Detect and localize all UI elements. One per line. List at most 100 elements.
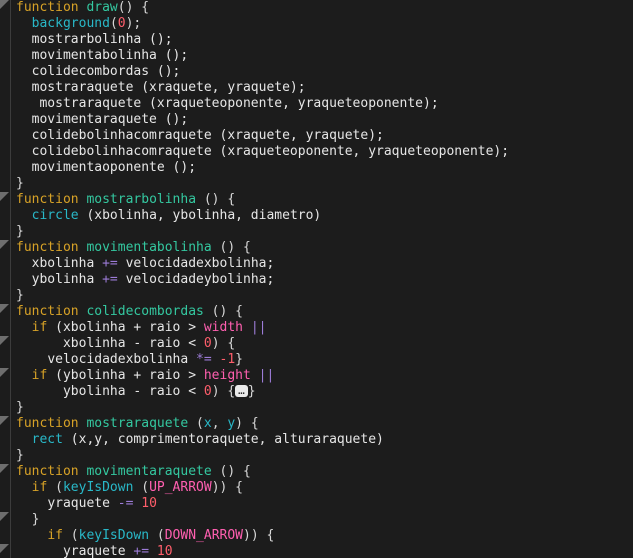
code-line[interactable]: ybolinha += velocidadeybolinha; [16, 272, 633, 288]
triangle-fold-icon[interactable] [0, 336, 9, 345]
code-line[interactable]: mostrarbolinha (); [16, 32, 633, 48]
code-line[interactable]: ybolinha - raio < 0) {…} [16, 384, 633, 400]
triangle-fold-icon[interactable] [0, 368, 9, 377]
code-token-kw: function [16, 304, 79, 319]
code-token-plain: movimentaoponente (); [31, 160, 197, 175]
code-line[interactable]: movimentaraquete (); [16, 112, 633, 128]
code-token-fnname: mostrarbolinha [86, 192, 197, 207]
code-token-op: *= [196, 352, 212, 367]
code-line[interactable]: movimentaoponente (); [16, 160, 633, 176]
code-token-op: += [133, 544, 150, 558]
code-token-punc: } [235, 352, 243, 367]
code-token-punc: () { [203, 304, 243, 319]
code-line[interactable]: function draw() { [16, 0, 633, 16]
code-token-punc: ); [125, 16, 142, 31]
code-token-plain: ybolinha [31, 272, 103, 287]
triangle-fold-icon[interactable] [0, 240, 9, 249]
code-line[interactable]: if (xbolinha + raio > width || [16, 320, 633, 336]
code-line[interactable]: velocidadexbolinha *= -1} [16, 352, 633, 368]
code-token-punc: } [247, 384, 256, 399]
code-token-punc: } [16, 288, 24, 303]
code-token-kw: function [16, 464, 79, 479]
code-token-kw: function [16, 240, 79, 255]
code-token-kw: if [47, 528, 63, 543]
code-line[interactable]: mostraraquete (xraquete, yraquete); [16, 80, 633, 96]
code-token-plain: (x,y, comprimentoraquete, alturaraquete) [62, 432, 384, 447]
code-line[interactable]: circle (xbolinha, ybolinha, diametro) [16, 208, 633, 224]
code-token-punc: } [31, 512, 40, 527]
code-line[interactable]: function mostraraquete (x, y) { [16, 416, 633, 432]
code-line[interactable]: rect (x,y, comprimentoraquete, alturaraq… [16, 432, 633, 448]
code-line[interactable]: } [16, 448, 633, 464]
code-line[interactable]: mostraraquete (xraqueteoponente, yraquet… [16, 96, 633, 112]
code-token-plain: (xbolinha, ybolinha, diametro) [78, 208, 322, 223]
code-line[interactable]: colidecombordas (); [16, 64, 633, 80]
code-line[interactable]: if (ybolinha + raio > height || [16, 368, 633, 384]
collapsed-fold-widget[interactable]: … [235, 385, 248, 397]
code-line[interactable]: } [16, 512, 633, 528]
code-token-builtin: circle [31, 208, 79, 223]
code-content[interactable]: function draw() { background(0); mostrar… [12, 0, 633, 558]
code-line[interactable]: if (keyIsDown (UP_ARROW)) { [16, 480, 633, 496]
code-token-plain: velocidadeybolinha; [117, 272, 275, 287]
code-token-punc: () { [196, 192, 236, 207]
code-token-plain: colidebolinhacomraquete (xraqueteoponent… [31, 144, 510, 159]
code-line[interactable]: } [16, 288, 633, 304]
code-line[interactable]: xbolinha - raio < 0) { [16, 336, 633, 352]
code-token-punc: ( [133, 480, 150, 495]
code-token-plain: velocidadexbolinha; [117, 256, 275, 271]
triangle-fold-icon[interactable] [0, 544, 9, 553]
code-token-plain: colidebolinhacomraquete (xraquete, yraqu… [31, 128, 384, 143]
code-line[interactable]: colidebolinhacomraquete (xraquete, yraqu… [16, 128, 633, 144]
triangle-fold-icon[interactable] [0, 512, 9, 521]
code-line[interactable]: yraquete -= 10 [16, 496, 633, 512]
code-token-op: += [102, 256, 118, 271]
code-token-punc: () { [117, 0, 150, 15]
code-line[interactable]: colidebolinhacomraquete (xraqueteoponent… [16, 144, 633, 160]
code-line[interactable]: background(0); [16, 16, 633, 32]
code-token-kw: if [31, 320, 48, 335]
code-line[interactable]: } [16, 176, 633, 192]
code-line[interactable]: function mostrarbolinha () { [16, 192, 633, 208]
editor-gutter[interactable] [0, 0, 12, 558]
code-token-op: || [250, 320, 267, 335]
triangle-fold-icon[interactable] [0, 464, 9, 473]
code-token-builtin: background [31, 16, 110, 31]
code-line[interactable]: yraquete += 10 [16, 544, 633, 558]
code-token-plain: movimentabolinha (); [31, 48, 189, 63]
code-token-punc: , [211, 416, 228, 431]
code-line[interactable]: } [16, 400, 633, 416]
code-token-const: width [203, 320, 243, 335]
code-line[interactable]: movimentabolinha (); [16, 48, 633, 64]
code-token-punc: ( [149, 528, 165, 543]
triangle-fold-icon[interactable] [0, 192, 9, 201]
triangle-fold-icon[interactable] [0, 0, 9, 9]
code-line[interactable]: } [16, 224, 633, 240]
triangle-fold-icon[interactable] [0, 416, 9, 425]
code-line[interactable]: xbolinha += velocidadexbolinha; [16, 256, 633, 272]
code-editor[interactable]: function draw() { background(0); mostrar… [0, 0, 633, 558]
code-token-kw: if [31, 480, 48, 495]
code-token-punc: } [16, 176, 24, 191]
code-line[interactable]: function colidecombordas () { [16, 304, 633, 320]
code-line[interactable]: function movimentabolinha () { [16, 240, 633, 256]
triangle-fold-icon[interactable] [0, 304, 9, 313]
code-line[interactable]: if (keyIsDown (DOWN_ARROW)) { [16, 528, 633, 544]
code-line[interactable]: function movimentaraquete () { [16, 464, 633, 480]
